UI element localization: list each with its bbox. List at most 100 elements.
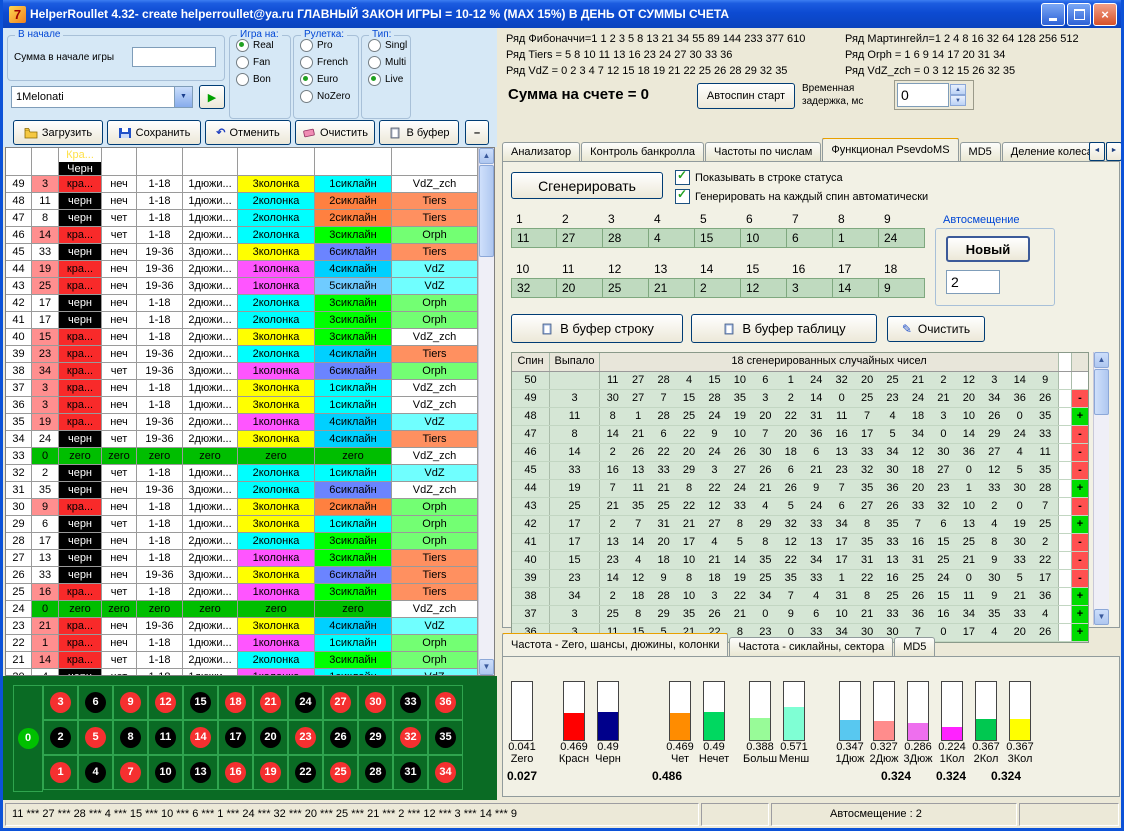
table-row[interactable]: 4015кра...неч1-182дюжи...3колонка3сиклай… — [6, 329, 478, 346]
generated-number-cell[interactable]: 32 — [511, 278, 557, 298]
table-row[interactable]: 3424чернчет19-362дюжи...3колонка4сиклайн… — [6, 431, 478, 448]
table-row[interactable]: 204чернчет1-181дюжи...1колонка1сиклайнVd… — [6, 669, 478, 676]
generated-number-cell[interactable]: 12 — [741, 278, 787, 298]
generated-number-cell[interactable]: 3 — [787, 278, 833, 298]
spins-row[interactable]: 39231412981819253533122162524030517- — [512, 570, 1088, 588]
new-offset-button[interactable]: Новый — [946, 236, 1030, 262]
tab-Анализатор[interactable]: Анализатор — [502, 142, 580, 162]
tab-MD5[interactable]: MD5 — [894, 637, 935, 657]
buffer-row-button[interactable]: В буфер строку — [511, 314, 683, 343]
board-cell[interactable]: 11 — [148, 720, 183, 755]
board-cell[interactable]: 36 — [428, 685, 463, 720]
collapse-button[interactable]: – — [465, 120, 489, 145]
table-row[interactable]: 4117черннеч1-182дюжи...2колонка3сиклайнO… — [6, 312, 478, 329]
radio-fan[interactable]: Fan — [236, 55, 290, 70]
radio-multi[interactable]: Multi — [368, 55, 410, 70]
scrollbar-thumb[interactable] — [479, 165, 494, 257]
board-cell[interactable]: 18 — [218, 685, 253, 720]
board-cell[interactable]: 30 — [358, 685, 393, 720]
generated-number-cell[interactable]: 21 — [649, 278, 695, 298]
clear-button[interactable]: Очистить — [295, 120, 375, 145]
tab-Контроль банкролла[interactable]: Контроль банкролла — [581, 142, 704, 162]
table-row[interactable]: 2321кра...неч19-362дюжи...3колонка4сикла… — [6, 618, 478, 635]
radio-euro[interactable]: Euro — [300, 72, 358, 87]
board-cell[interactable]: 20 — [253, 720, 288, 755]
board-cell[interactable]: 10 — [148, 755, 183, 790]
board-cell[interactable]: 6 — [78, 685, 113, 720]
table-row[interactable]: 2713черннеч1-182дюжи...1колонка3сиклайнT… — [6, 550, 478, 567]
table-row[interactable]: 3519кра...неч19-362дюжи...1колонка4сикла… — [6, 414, 478, 431]
undo-button[interactable]: ↶ Отменить — [205, 120, 291, 145]
generated-number-cell[interactable]: 24 — [879, 228, 925, 248]
scroll-up-icon[interactable]: ▲ — [1094, 352, 1109, 368]
board-cell[interactable]: 19 — [253, 755, 288, 790]
board-cell[interactable]: 14 — [183, 720, 218, 755]
board-cell[interactable]: 35 — [428, 720, 463, 755]
spins-row[interactable]: 4781421622910720361617534014292433- — [512, 426, 1088, 444]
board-cell[interactable]: 29 — [358, 720, 393, 755]
close-button[interactable]: × — [1093, 3, 1117, 26]
spins-row[interactable]: 3834218281032234743182526151192136+ — [512, 588, 1088, 606]
table-row[interactable]: 2633черннеч19-363дюжи...3колонка6сиклайн… — [6, 567, 478, 584]
board-cell[interactable]: 3 — [43, 685, 78, 720]
board-cell[interactable]: 23 — [288, 720, 323, 755]
table-row[interactable]: 221кра...неч1-181дюжи...1колонка1сиклайн… — [6, 635, 478, 652]
table-row[interactable]: 240zerozerozerozerozerozeroVdZ_zch — [6, 601, 478, 618]
tab-scroll-left-icon[interactable]: ◄ — [1089, 142, 1105, 161]
table-row[interactable]: 4325кра...неч19-363дюжи...1колонка5сикла… — [6, 278, 478, 295]
buffer-table-button[interactable]: В буфер таблицу — [691, 314, 877, 343]
table-row[interactable]: 296чернчет1-181дюжи...3колонка1сиклайнOr… — [6, 516, 478, 533]
table-row[interactable]: 4419кра...неч19-362дюжи...1колонка4сикла… — [6, 261, 478, 278]
table-row[interactable]: 2817черннеч1-182дюжи...2колонка3сиклайнO… — [6, 533, 478, 550]
board-cell[interactable]: 21 — [253, 685, 288, 720]
scrollbar-thumb[interactable] — [1094, 369, 1109, 415]
tab-scroll-right-icon[interactable]: ► — [1106, 142, 1122, 161]
play-button[interactable]: ▶ — [199, 85, 225, 109]
board-cell[interactable]: 1 — [43, 755, 78, 790]
board-cell[interactable]: 2 — [43, 720, 78, 755]
spins-row[interactable]: 44197112182224212697353620231333028+ — [512, 480, 1088, 498]
spins-row[interactable]: 4811812825241920223111741831026035+ — [512, 408, 1088, 426]
generated-number-cell[interactable]: 25 — [603, 278, 649, 298]
board-cell[interactable]: 25 — [323, 755, 358, 790]
title-bar[interactable]: 7 HelperRoullet 4.32- create helperroull… — [3, 0, 1121, 28]
table-row[interactable]: 373кра...неч1-181дюжи...3колонка1сиклайн… — [6, 380, 478, 397]
scroll-up-icon[interactable]: ▲ — [479, 148, 494, 164]
start-sum-input[interactable] — [132, 47, 216, 67]
chevron-down-icon[interactable]: ▼ — [174, 87, 192, 107]
radio-bon[interactable]: Bon — [236, 72, 290, 87]
board-cell[interactable]: 32 — [393, 720, 428, 755]
board-cell[interactable]: 34 — [428, 755, 463, 790]
autospin-button[interactable]: Автоспин старт — [697, 83, 795, 109]
board-cell[interactable]: 16 — [218, 755, 253, 790]
generated-number-cell[interactable]: 10 — [741, 228, 787, 248]
board-cell[interactable]: 22 — [288, 755, 323, 790]
board-cell[interactable]: 33 — [393, 685, 428, 720]
generated-number-cell[interactable]: 15 — [695, 228, 741, 248]
clear-generated-button[interactable]: ✎ Очистить — [887, 316, 985, 342]
generated-number-cell[interactable]: 27 — [557, 228, 603, 248]
board-cell[interactable]: 27 — [323, 685, 358, 720]
board-zero[interactable]: 0 — [13, 685, 43, 792]
table-row[interactable]: 322чернчет1-181дюжи...2колонка1сиклайнVd… — [6, 465, 478, 482]
radio-french[interactable]: French — [300, 55, 358, 70]
board-cell[interactable]: 9 — [113, 685, 148, 720]
table-row[interactable]: 3923кра...неч19-362дюжи...2колонка4сикла… — [6, 346, 478, 363]
generated-number-cell[interactable]: 11 — [511, 228, 557, 248]
offset-input[interactable] — [946, 270, 1000, 294]
board-cell[interactable]: 13 — [183, 755, 218, 790]
table-row[interactable]: 4533черннеч19-363дюжи...3колонка6сиклайн… — [6, 244, 478, 261]
table-row[interactable]: 3834кра...чет19-363дюжи...1колонка6сикла… — [6, 363, 478, 380]
tab-MD5[interactable]: MD5 — [960, 142, 1001, 162]
minimize-button[interactable] — [1041, 3, 1065, 26]
board-cell[interactable]: 4 — [78, 755, 113, 790]
spins-row[interactable]: 4325213525221233452462726333210207- — [512, 498, 1088, 516]
generate-button[interactable]: Сгенерировать — [511, 172, 663, 199]
table-row[interactable]: 363кра...неч1-181дюжи...3колонка1сиклайн… — [6, 397, 478, 414]
spin-up-icon[interactable]: ▲ — [950, 84, 966, 95]
spins-row[interactable]: 40152341810211435223417311331252193322- — [512, 552, 1088, 570]
tab-Частоты по числам[interactable]: Частоты по числам — [705, 142, 821, 162]
save-button[interactable]: Сохранить — [107, 120, 201, 145]
table-row[interactable]: 4217черннеч1-182дюжи...2колонка3сиклайнO… — [6, 295, 478, 312]
tab-Частота - Zero, шансы, дюжины, колонки[interactable]: Частота - Zero, шансы, дюжины, колонки — [502, 633, 728, 657]
